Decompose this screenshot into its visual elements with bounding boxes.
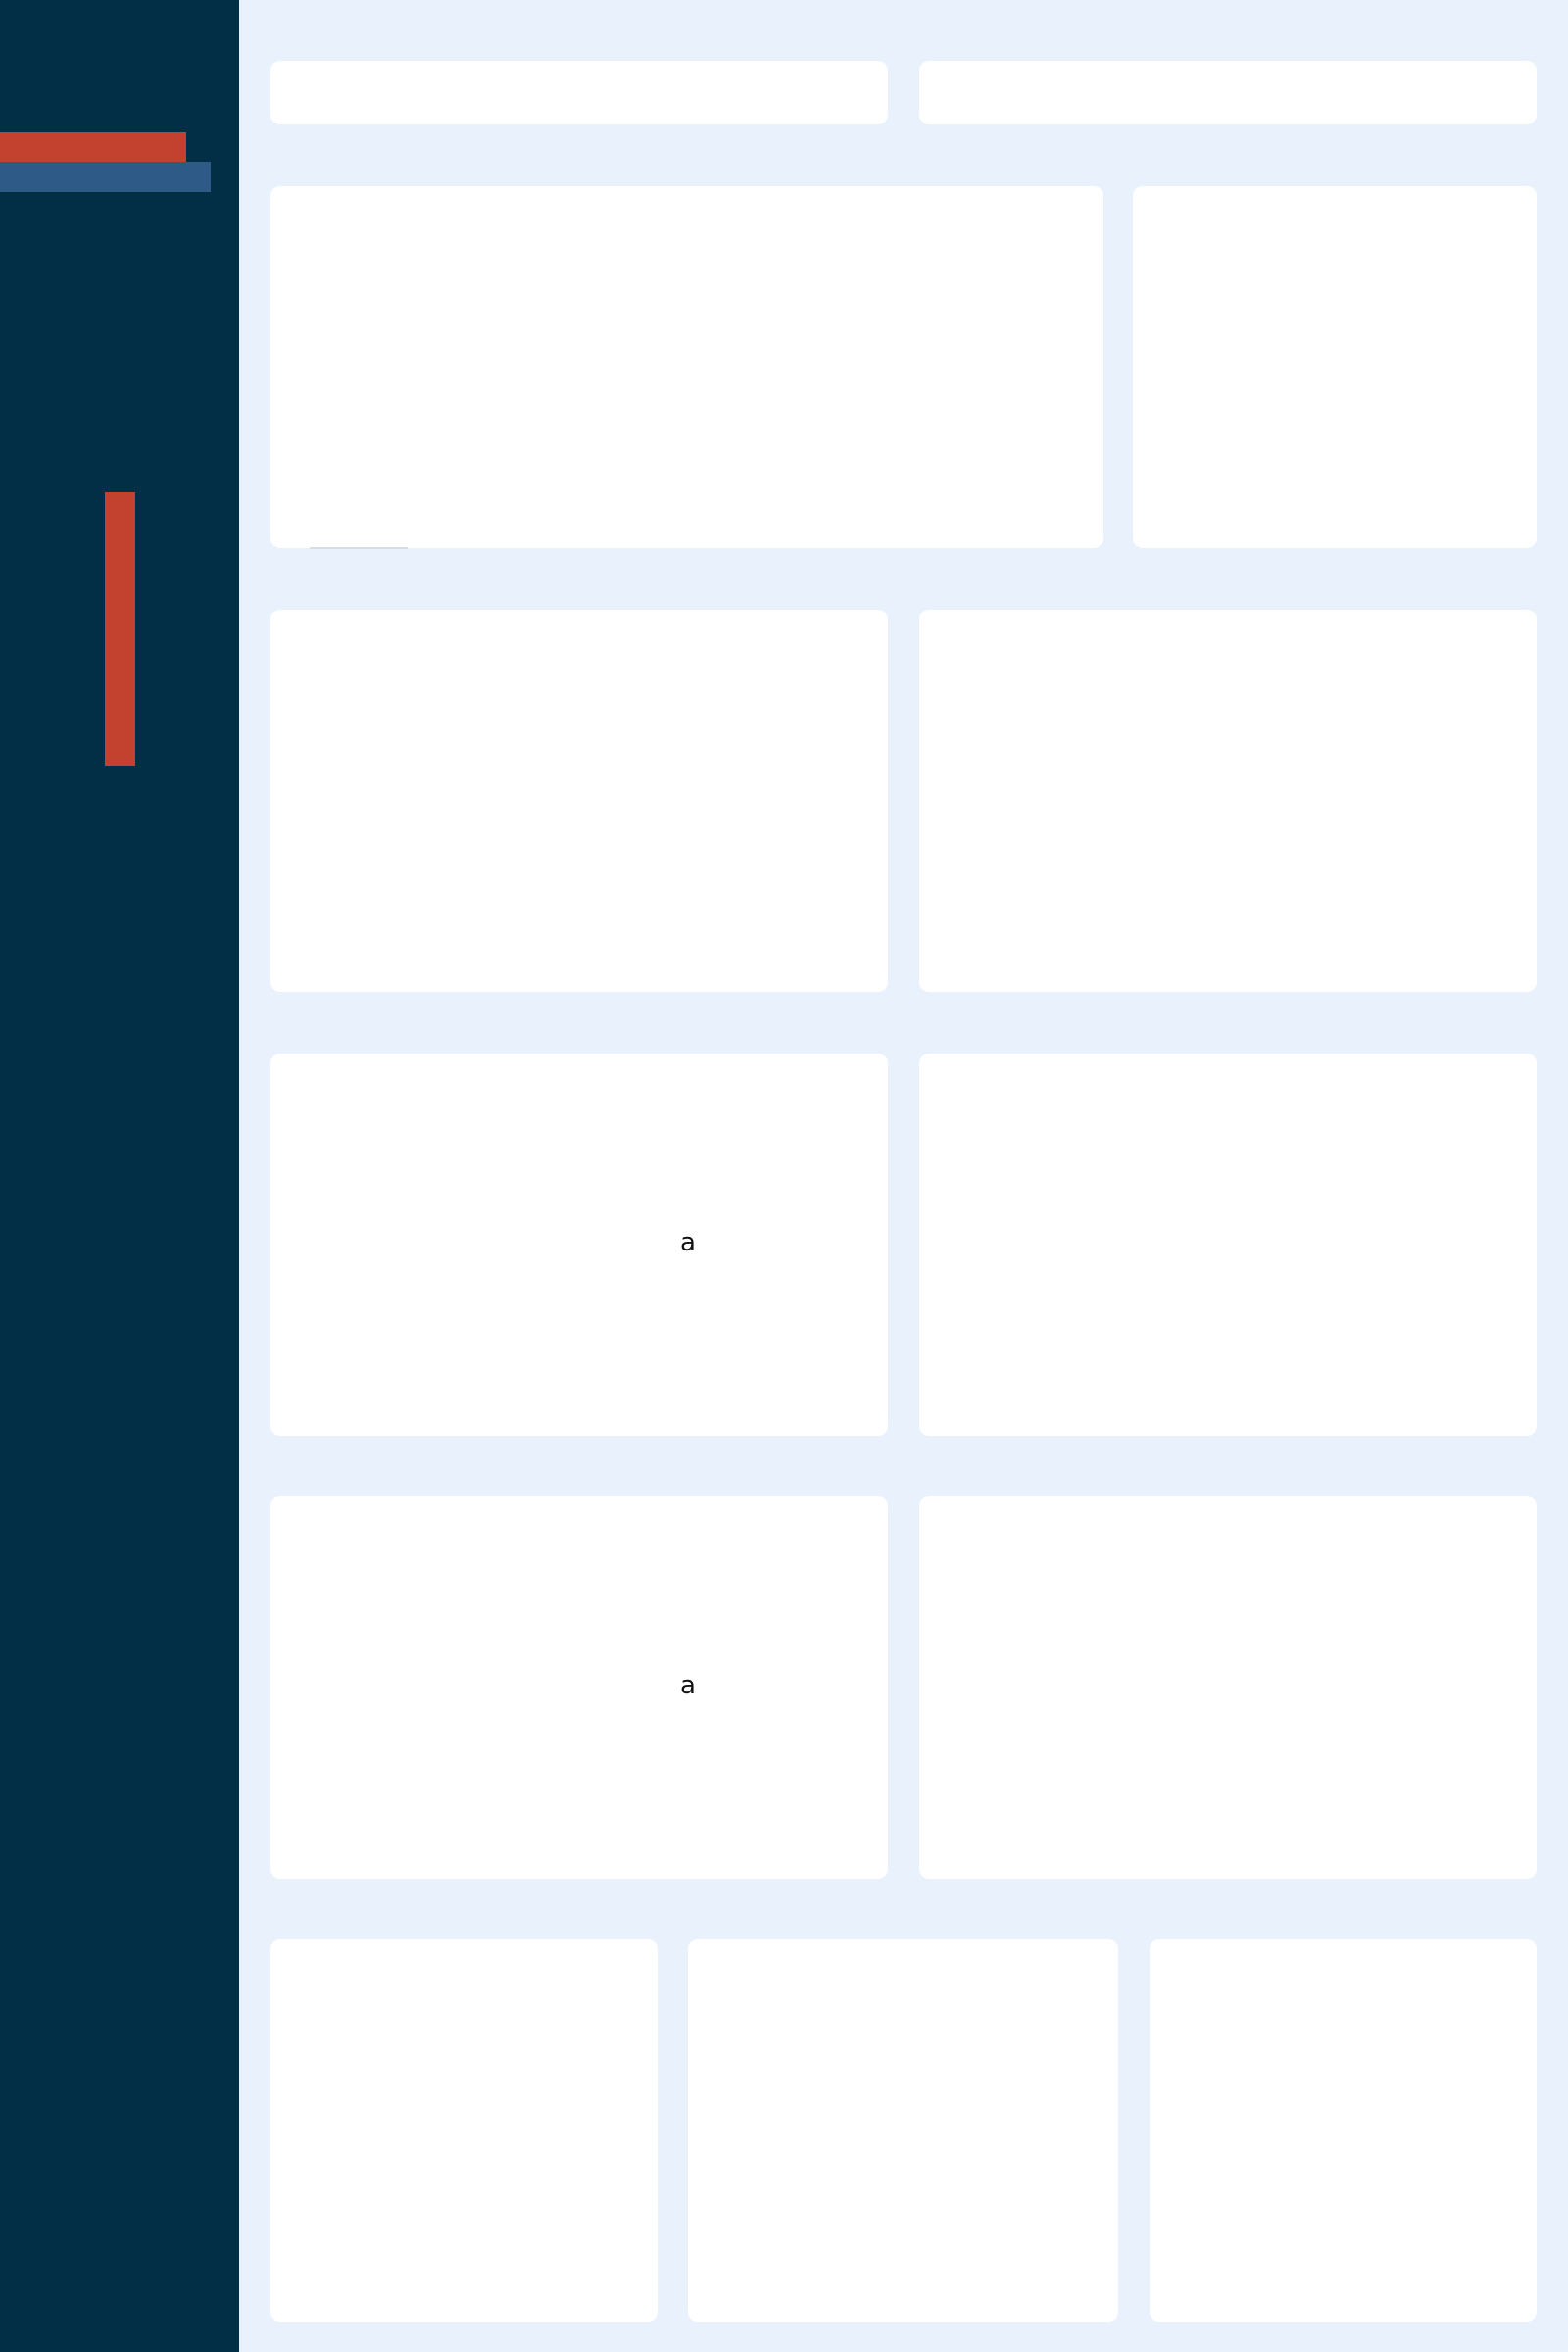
panel-card-r6-right: [1150, 1939, 1537, 2322]
panel-card-r3-left: [270, 610, 888, 992]
panel-card-r3-right: [919, 610, 1537, 992]
header-card-right: [919, 61, 1537, 124]
panel-card-r4-right: [919, 1054, 1537, 1436]
sidebar: [0, 0, 239, 2352]
panel-card-r5-right: [919, 1496, 1537, 1879]
wide-panel-card: [270, 186, 1103, 548]
panel-card-r6-middle: [688, 1939, 1118, 2322]
card-glyph: a: [680, 1671, 696, 1700]
panel-card-r6-left: [270, 1939, 658, 2322]
panel-card-r4-left: a: [270, 1054, 888, 1436]
card-glyph: a: [680, 1228, 696, 1257]
header-card-left: [270, 61, 888, 124]
side-panel-card: [1133, 186, 1537, 548]
panel-card-r5-left: a: [270, 1496, 888, 1879]
accent-bar-red-vertical: [105, 492, 135, 766]
accent-bar-blue: [0, 162, 211, 192]
tab-underline: [310, 547, 408, 549]
accent-bar-red: [0, 132, 186, 162]
